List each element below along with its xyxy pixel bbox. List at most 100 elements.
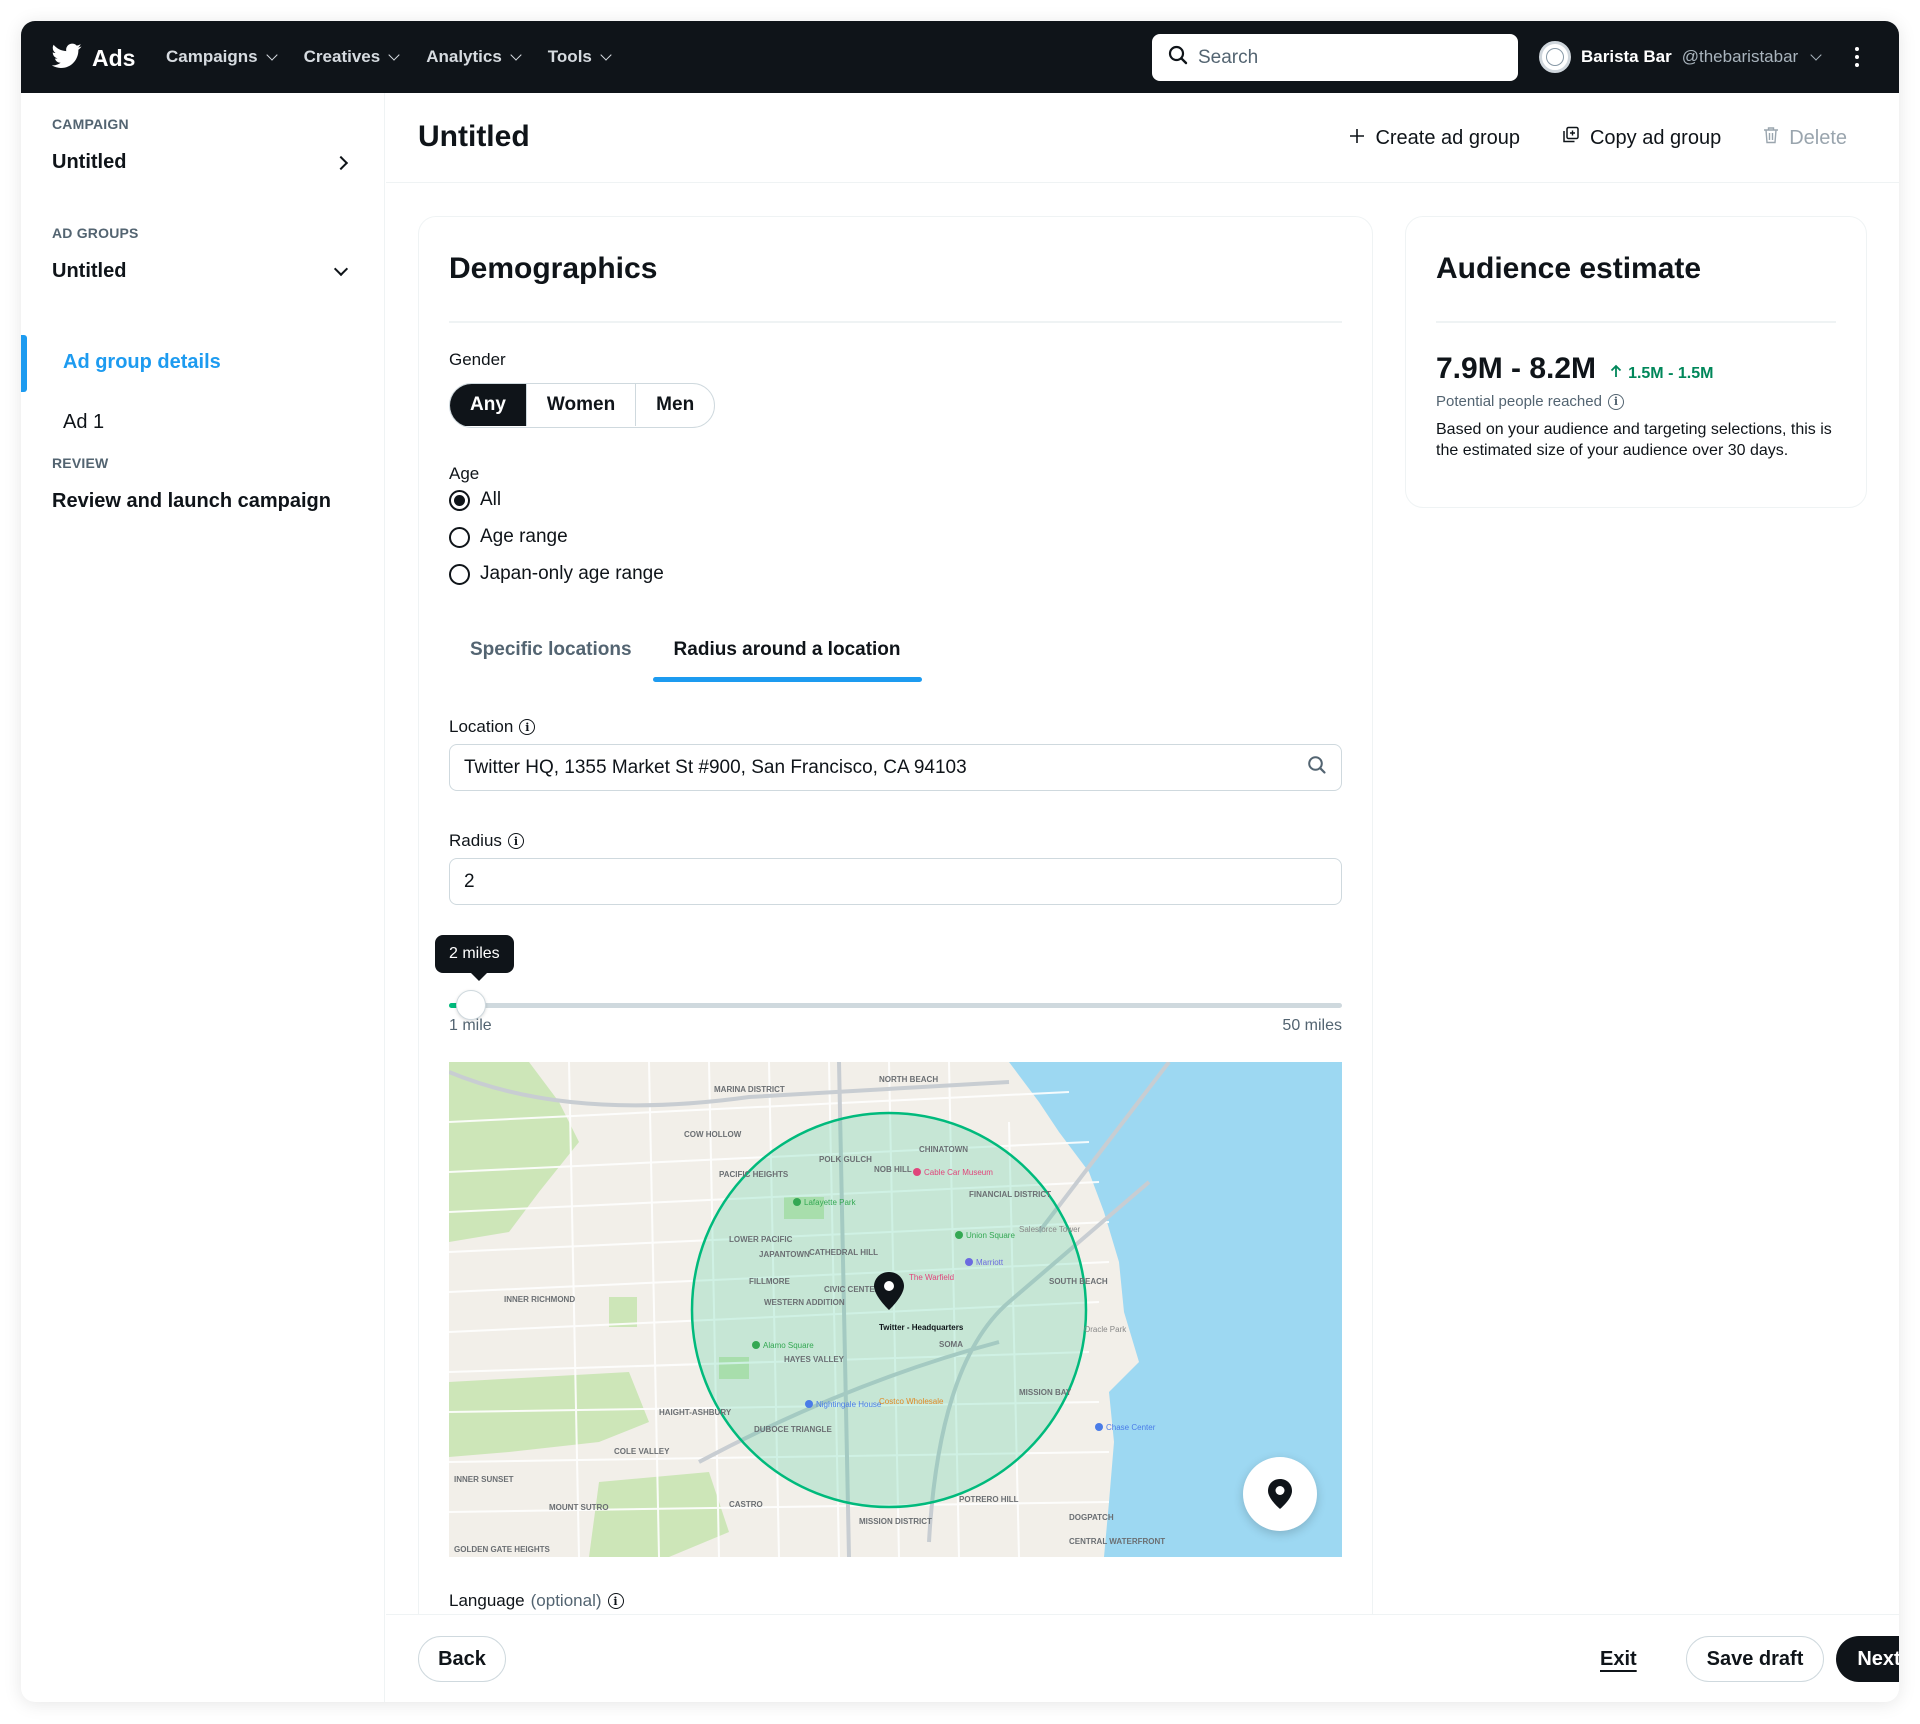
- gender-any-button[interactable]: Any: [450, 384, 527, 426]
- language-label-text: Language: [449, 1591, 525, 1610]
- age-label-text: Age: [449, 464, 480, 483]
- nav-campaigns[interactable]: Campaigns: [166, 47, 278, 67]
- radius-input[interactable]: [464, 870, 1284, 893]
- sidebar-section-ad-groups: AD GROUPS: [52, 225, 139, 241]
- slider-max-label: 50 miles: [1282, 1017, 1342, 1034]
- delete-label: Delete: [1789, 126, 1847, 149]
- search-icon: [1168, 45, 1188, 70]
- copy-ad-group-button[interactable]: Copy ad group: [1562, 126, 1721, 150]
- map-label: HAYES VALLEY: [784, 1355, 845, 1364]
- tab-radius-around-location[interactable]: Radius around a location: [652, 622, 922, 682]
- sidebar-item-ad-group-details[interactable]: Ad group details: [63, 351, 221, 374]
- radio-checked-icon[interactable]: [449, 489, 470, 511]
- map-label: SOUTH BEACH: [1049, 1277, 1108, 1286]
- location-label-text: Location: [449, 717, 514, 736]
- sidebar-item-review-launch[interactable]: Review and launch campaign: [52, 490, 352, 513]
- map-label: CIVIC CENTER: [824, 1285, 881, 1294]
- next-button[interactable]: Next: [1836, 1636, 1899, 1682]
- audience-range-value: 7.9M - 8.2M: [1436, 352, 1597, 385]
- barista-logo-icon: [1546, 48, 1564, 66]
- nav-menu: Campaigns Creatives Analytics Tools: [166, 21, 612, 93]
- top-navigation-bar: Ads Campaigns Creatives Analytics Tools …: [21, 21, 1899, 93]
- map-label: FILLMORE: [749, 1277, 791, 1286]
- map-poi: The Warfield: [909, 1273, 954, 1282]
- sidebar-review-label: Review and launch campaign: [52, 490, 331, 512]
- info-icon[interactable]: i: [607, 1593, 624, 1609]
- location-field[interactable]: [449, 744, 1342, 791]
- map-label: INNER SUNSET: [454, 1475, 514, 1484]
- account-name: Barista Bar: [1581, 47, 1672, 66]
- create-ad-group-button[interactable]: Create ad group: [1349, 127, 1520, 150]
- age-option-all[interactable]: All: [449, 489, 501, 511]
- gender-label-text: Gender: [449, 350, 506, 369]
- map-label: CHINATOWN: [919, 1145, 968, 1154]
- save-draft-button[interactable]: Save draft: [1686, 1636, 1824, 1682]
- gender-men-button[interactable]: Men: [636, 384, 714, 426]
- delete-button[interactable]: Delete: [1763, 126, 1847, 150]
- optional-hint: (optional): [530, 1591, 602, 1610]
- recenter-location-button[interactable]: [1243, 1457, 1317, 1531]
- map-label: DOGPATCH: [1069, 1513, 1114, 1522]
- chevron-down-icon: [333, 261, 349, 276]
- nav-tools-label: Tools: [547, 47, 592, 66]
- audience-range: 7.9M - 8.2M 1.5M - 1.5M: [1436, 352, 1713, 386]
- account-handle: @thebaristabar: [1681, 47, 1799, 66]
- map-poi: Cable Car Museum: [924, 1168, 993, 1177]
- radio-unchecked-icon[interactable]: [449, 526, 470, 548]
- slider-thumb[interactable]: [456, 990, 486, 1020]
- map-label: HAIGHT-ASHBURY: [659, 1408, 732, 1417]
- age-option-japan[interactable]: Japan-only age range: [449, 563, 664, 585]
- tab-specific-locations[interactable]: Specific locations: [449, 622, 653, 678]
- location-map[interactable]: MARINA DISTRICT NORTH BEACH COW HOLLOW C…: [449, 1062, 1342, 1557]
- sidebar-item-ad-1[interactable]: Ad 1: [63, 411, 104, 434]
- header-actions: Create ad group Copy ad group Delete: [1349, 93, 1847, 183]
- location-input[interactable]: [464, 756, 1284, 779]
- nav-tools[interactable]: Tools: [547, 47, 612, 67]
- radio-unchecked-icon[interactable]: [449, 563, 470, 585]
- gender-women-button[interactable]: Women: [527, 384, 637, 426]
- sidebar-item-ad-group[interactable]: Untitled: [52, 260, 352, 283]
- map-label: MISSION DISTRICT: [859, 1517, 932, 1526]
- plus-icon: [1349, 127, 1365, 150]
- page-title: Untitled: [418, 120, 530, 153]
- map-poi: Chase Center: [1106, 1423, 1156, 1432]
- search-input[interactable]: [1198, 46, 1498, 69]
- radius-label: Radius i: [449, 831, 524, 851]
- brand-logo[interactable]: Ads: [51, 43, 135, 74]
- map-poi: Marriott: [976, 1258, 1004, 1267]
- info-icon[interactable]: i: [519, 719, 536, 735]
- app-window: Ads Campaigns Creatives Analytics Tools …: [21, 21, 1899, 1702]
- nav-creatives-label: Creatives: [303, 47, 381, 66]
- sidebar-item-campaign[interactable]: Untitled: [52, 151, 352, 174]
- chevron-down-icon: [1810, 48, 1822, 61]
- location-label: Location i: [449, 717, 536, 737]
- map-label: GOLDEN GATE HEIGHTS: [454, 1545, 551, 1554]
- map-label: MISSION BAY: [1019, 1388, 1072, 1397]
- poi-marker: [805, 1400, 813, 1408]
- map-canvas: MARINA DISTRICT NORTH BEACH COW HOLLOW C…: [449, 1062, 1342, 1557]
- nav-analytics[interactable]: Analytics: [426, 47, 522, 67]
- map-label: FINANCIAL DISTRICT: [969, 1190, 1051, 1199]
- divider: [449, 321, 1342, 323]
- chevron-down-icon: [388, 48, 400, 61]
- info-icon[interactable]: i: [1607, 393, 1624, 410]
- back-button[interactable]: Back: [418, 1636, 506, 1682]
- map-label: CATHEDRAL HILL: [809, 1248, 878, 1257]
- search-icon[interactable]: [1307, 755, 1327, 780]
- age-option-range[interactable]: Age range: [449, 526, 568, 548]
- poi-marker: [955, 1231, 963, 1239]
- radius-field[interactable]: [449, 858, 1342, 905]
- radius-slider[interactable]: [449, 990, 1342, 1020]
- language-label: Language (optional) i: [449, 1591, 624, 1611]
- audience-description: Based on your audience and targeting sel…: [1436, 421, 1832, 459]
- slider-value-tooltip: 2 miles: [435, 935, 514, 981]
- search-box[interactable]: [1152, 34, 1518, 81]
- map-label: JAPANTOWN: [759, 1250, 810, 1259]
- poi-marker: [1095, 1423, 1103, 1431]
- account-switcher[interactable]: Barista Bar @thebaristabar: [1539, 21, 1822, 93]
- nav-creatives[interactable]: Creatives: [303, 47, 400, 67]
- more-options-icon[interactable]: [1855, 47, 1859, 67]
- exit-link[interactable]: Exit: [1600, 1648, 1637, 1671]
- active-indicator: [21, 335, 27, 392]
- info-icon[interactable]: i: [507, 833, 524, 849]
